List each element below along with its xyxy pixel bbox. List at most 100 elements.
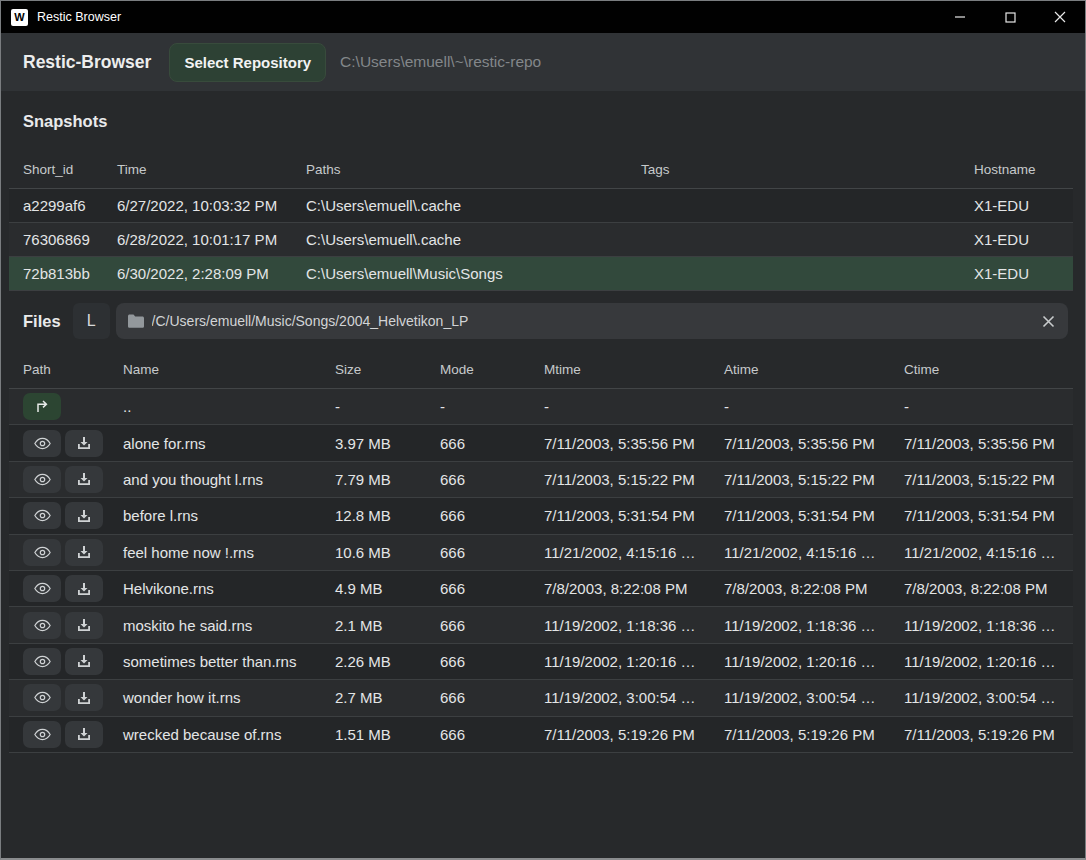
file-ctime: 11/19/2002, 1:18:36 … — [890, 617, 1073, 634]
app-logo-icon: W — [11, 9, 28, 26]
file-atime: 7/11/2003, 5:31:54 PM — [710, 507, 890, 524]
close-button[interactable] — [1035, 1, 1085, 33]
eye-icon — [34, 546, 51, 559]
preview-file-button[interactable] — [23, 539, 61, 566]
file-size: 10.6 MB — [321, 544, 426, 561]
select-repository-button[interactable]: Select Repository — [169, 43, 326, 82]
file-name: moskito he said.rns — [109, 617, 321, 634]
file-ctime: 11/19/2002, 1:20:16 … — [890, 653, 1073, 670]
preview-file-button[interactable] — [23, 648, 61, 675]
column-header-tags: Tags — [627, 162, 960, 188]
file-atime: 7/11/2003, 5:15:22 PM — [710, 471, 890, 488]
file-mtime: 7/11/2003, 5:15:22 PM — [530, 471, 710, 488]
file-mtime: 7/11/2003, 5:35:56 PM — [530, 435, 710, 452]
file-ctime: 7/11/2003, 5:31:54 PM — [890, 507, 1073, 524]
snapshot-time: 6/28/2022, 10:01:17 PM — [103, 231, 292, 248]
file-atime: - — [710, 398, 890, 415]
snapshot-short-id: 76306869 — [9, 231, 103, 248]
files-bar: Files L /C/Users/emuell/Music/Songs/2004… — [23, 303, 1068, 339]
download-icon — [77, 654, 91, 668]
file-name: wonder how it.rns — [109, 689, 321, 706]
file-mode: 666 — [426, 435, 530, 452]
preview-file-button[interactable] — [23, 684, 61, 711]
download-icon — [77, 436, 91, 450]
download-file-button[interactable] — [65, 612, 103, 639]
file-mode: - — [426, 398, 530, 415]
download-file-button[interactable] — [65, 684, 103, 711]
file-name: sometimes better than.rns — [109, 653, 321, 670]
file-row: wrecked because of.rns 1.51 MB 666 7/11/… — [9, 717, 1073, 753]
download-icon — [77, 582, 91, 596]
files-table-header: Path Name Size Mode Mtime Atime Ctime — [9, 339, 1073, 389]
file-atime: 7/11/2003, 5:19:26 PM — [710, 726, 890, 743]
file-mtime: 7/11/2003, 5:31:54 PM — [530, 507, 710, 524]
app-window: W Restic Browser Restic-Browser Select R… — [0, 0, 1086, 860]
preview-file-button[interactable] — [23, 721, 61, 748]
file-name: .. — [109, 398, 321, 415]
preview-file-button[interactable] — [23, 612, 61, 639]
file-mtime: 11/19/2002, 1:20:16 … — [530, 653, 710, 670]
preview-file-button[interactable] — [23, 466, 61, 493]
file-atime: 11/19/2002, 3:00:54 … — [710, 689, 890, 706]
file-size: 7.79 MB — [321, 471, 426, 488]
snapshot-row[interactable]: 76306869 6/28/2022, 10:01:17 PM C:\Users… — [9, 223, 1073, 257]
file-size: 2.26 MB — [321, 653, 426, 670]
list-mode-button[interactable]: L — [73, 303, 110, 339]
files-path-bar: /C/Users/emuell/Music/Songs/2004_Helveti… — [116, 303, 1068, 339]
snapshot-row[interactable]: 72b813bb 6/30/2022, 2:28:09 PM C:\Users\… — [9, 257, 1073, 291]
snapshot-paths: C:\Users\emuell\Music\Songs — [292, 265, 627, 282]
download-file-button[interactable] — [65, 502, 103, 529]
preview-file-button[interactable] — [23, 575, 61, 602]
eye-icon — [34, 582, 51, 595]
download-file-button[interactable] — [65, 721, 103, 748]
files-title: Files — [23, 312, 61, 331]
snapshot-time: 6/27/2022, 10:03:32 PM — [103, 197, 292, 214]
files-table: Path Name Size Mode Mtime Atime Ctime ..… — [9, 339, 1073, 753]
close-icon — [1054, 11, 1066, 23]
preview-file-button[interactable] — [23, 430, 61, 457]
snapshot-paths: C:\Users\emuell\.cache — [292, 197, 627, 214]
file-row: and you thought l.rns 7.79 MB 666 7/11/2… — [9, 462, 1073, 498]
column-header-hostname: Hostname — [960, 162, 1073, 188]
download-icon — [77, 545, 91, 559]
file-mtime: - — [530, 398, 710, 415]
column-header-name: Name — [109, 362, 321, 388]
maximize-button[interactable] — [985, 1, 1035, 33]
file-mtime: 11/21/2002, 4:15:16 … — [530, 544, 710, 561]
file-atime: 7/8/2003, 8:22:08 PM — [710, 580, 890, 597]
file-size: 2.7 MB — [321, 689, 426, 706]
download-file-button[interactable] — [65, 466, 103, 493]
main-content: Snapshots Short_id Time Paths Tags Hostn… — [1, 91, 1085, 858]
file-row: feel home now !.rns 10.6 MB 666 11/21/20… — [9, 535, 1073, 571]
clear-path-icon — [1042, 315, 1055, 328]
download-icon — [77, 727, 91, 741]
download-file-button[interactable] — [65, 648, 103, 675]
snapshots-table: Short_id Time Paths Tags Hostname a2299a… — [9, 139, 1073, 291]
minimize-button[interactable] — [935, 1, 985, 33]
file-mode: 666 — [426, 617, 530, 634]
file-row: moskito he said.rns 2.1 MB 666 11/19/200… — [9, 607, 1073, 643]
minimize-icon — [954, 11, 966, 23]
file-mode: 666 — [426, 471, 530, 488]
snapshots-table-body: a2299af6 6/27/2022, 10:03:32 PM C:\Users… — [9, 189, 1073, 291]
snapshot-row[interactable]: a2299af6 6/27/2022, 10:03:32 PM C:\Users… — [9, 189, 1073, 223]
file-atime: 7/11/2003, 5:35:56 PM — [710, 435, 890, 452]
download-file-button[interactable] — [65, 575, 103, 602]
column-header-short-id: Short_id — [9, 162, 103, 188]
column-header-mode: Mode — [426, 362, 530, 388]
file-size: - — [321, 398, 426, 415]
eye-icon — [34, 437, 51, 450]
download-file-button[interactable] — [65, 539, 103, 566]
go-up-button[interactable] — [23, 393, 61, 420]
file-size: 4.9 MB — [321, 580, 426, 597]
clear-path-button[interactable] — [1028, 303, 1068, 339]
column-header-time: Time — [103, 162, 292, 188]
files-table-body: .. - - - - - alone for.rns 3.97 MB 666 7… — [9, 389, 1073, 753]
file-size: 1.51 MB — [321, 726, 426, 743]
download-file-button[interactable] — [65, 430, 103, 457]
preview-file-button[interactable] — [23, 502, 61, 529]
file-size: 12.8 MB — [321, 507, 426, 524]
file-mtime: 11/19/2002, 3:00:54 … — [530, 689, 710, 706]
files-path-value: /C/Users/emuell/Music/Songs/2004_Helveti… — [152, 313, 1028, 329]
window-title: Restic Browser — [37, 10, 935, 24]
